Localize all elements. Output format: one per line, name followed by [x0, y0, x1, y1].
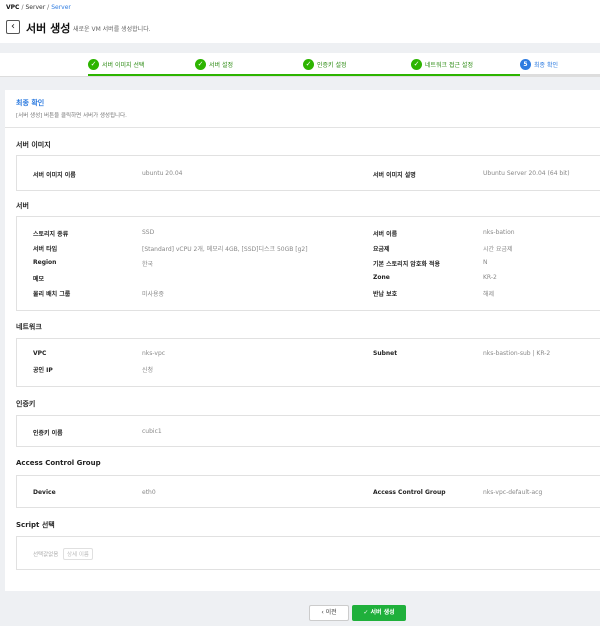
breadcrumb-server[interactable]: Server: [25, 4, 45, 11]
acg-info-box: Device eth0 Access Control Group nks-vpc…: [16, 475, 600, 508]
prev-button-label: 이전: [325, 609, 337, 616]
server-name-label: 서버 이름: [373, 231, 398, 238]
public-ip-value: 신청: [142, 367, 154, 374]
section-title-image: 서버 이미지: [16, 141, 51, 149]
network-info-box: VPC nks-vpc Subnet nks-bastion-sub | KR-…: [16, 338, 600, 387]
step-label: 네트워크 접근 설정: [425, 62, 473, 69]
confirm-panel: 최종 확인 [서버 생성] 버튼을 클릭하면 서버가 생성됩니다. 서버 이미지…: [5, 90, 600, 591]
create-server-label: 서버 생성: [370, 609, 395, 616]
page-header: VPC / Server / Server ‹ 서버 생성 새로운 VM 서버를 생성합…: [0, 0, 600, 43]
storage-encryption-value: N: [483, 259, 488, 266]
server-type-label: 서버 타입: [33, 246, 58, 253]
check-icon: ✓: [363, 609, 369, 616]
image-name-label: 서버 이미지 이름: [33, 172, 76, 179]
storage-type-label: 스토리지 종류: [33, 231, 69, 238]
breadcrumb-vpc[interactable]: VPC: [6, 4, 19, 11]
check-icon: ✓: [88, 59, 99, 70]
check-icon: ✓: [411, 59, 422, 70]
memo-label: 메모: [33, 276, 45, 283]
section-title-auth: 인증키: [16, 400, 36, 408]
step-image-select[interactable]: ✓ 서버 이미지 선택: [88, 59, 144, 71]
script-selected-value: 선택값없음: [33, 552, 59, 558]
vpc-value: nks-vpc: [142, 350, 166, 357]
zone-value: KR-2: [483, 274, 497, 281]
device-value: eth0: [142, 489, 156, 496]
script-detail-button[interactable]: 상세 이름: [63, 548, 93, 560]
step-progress: ✓ 서버 이미지 선택 ✓ 서버 설정 ✓ 인증키 설정 ✓ 네트워크 접근 설정 5최…: [0, 53, 600, 77]
subnet-value: nks-bastion-sub | KR-2: [483, 350, 551, 357]
section-title-server: 서버: [16, 202, 29, 210]
step-final-confirm[interactable]: 5 최종 확인: [520, 59, 558, 71]
placement-group-value: 미사용중: [142, 291, 165, 298]
create-server-button[interactable]: ✓ 서버 생성: [352, 605, 406, 621]
progress-line: [88, 74, 538, 76]
section-title-network: 네트워크: [16, 323, 42, 331]
server-info-box: 스토리지 종류 SSD 서버 이름 nks-bation 서버 타입 [Stan…: [16, 216, 600, 311]
page-title: 서버 생성: [26, 22, 71, 35]
acg-label: Access Control Group: [373, 489, 446, 496]
return-protection-value: 해제: [483, 291, 495, 298]
chevron-left-icon: ‹: [11, 21, 15, 32]
image-name-value: ubuntu 20.04: [142, 170, 183, 177]
confirm-description: [서버 생성] 버튼을 클릭하면 서버가 생성됩니다.: [16, 113, 127, 119]
breadcrumb: VPC / Server / Server: [6, 4, 71, 11]
step-auth-key[interactable]: ✓ 인증키 설정: [303, 59, 347, 71]
step-label: 인증키 설정: [317, 62, 347, 69]
pricing-label: 요금제: [373, 246, 390, 253]
image-desc-label: 서버 이미지 설명: [373, 172, 416, 179]
back-button[interactable]: ‹: [6, 20, 20, 34]
breadcrumb-separator: /: [47, 4, 50, 11]
storage-type-value: SSD: [142, 229, 155, 236]
breadcrumb-current[interactable]: Server: [51, 4, 71, 11]
section-title-acg: Access Control Group: [16, 459, 101, 467]
footer-actions: ‹ 이전 ✓ 서버 생성: [0, 591, 600, 626]
region-value: 한국: [142, 261, 154, 268]
auth-key-value: cubic1: [142, 428, 162, 435]
confirm-title: 최종 확인: [16, 99, 45, 107]
public-ip-label: 공인 IP: [33, 367, 53, 374]
region-label: Region: [33, 259, 57, 266]
prev-button[interactable]: ‹ 이전: [309, 605, 349, 621]
acg-value: nks-vpc-default-acg: [483, 489, 543, 496]
script-info-box: 선택값없음 상세 이름: [16, 536, 600, 570]
chevron-left-icon: ‹: [321, 609, 324, 616]
check-icon: ✓: [303, 59, 314, 70]
auth-info-box: 인증키 이름 cubic1: [16, 415, 600, 447]
step-label: 서버 설정: [209, 62, 233, 69]
server-name-value: nks-bation: [483, 229, 515, 236]
subnet-label: Subnet: [373, 350, 398, 357]
placement-group-label: 물리 배치 그룹: [33, 291, 71, 298]
auth-key-label: 인증키 이름: [33, 430, 63, 437]
return-protection-label: 반납 보호: [373, 291, 398, 298]
storage-encryption-label: 기본 스토리지 암호화 적용: [373, 261, 440, 268]
step-network-access[interactable]: ✓ 네트워크 접근 설정: [411, 59, 473, 71]
step-label: 서버 이미지 선택: [102, 62, 145, 69]
step-server-settings[interactable]: ✓ 서버 설정: [195, 59, 233, 71]
pricing-value: 시간 요금제: [483, 246, 513, 253]
section-title-script: Script 선택: [16, 521, 55, 529]
check-icon: ✓: [195, 59, 206, 70]
device-label: Device: [33, 489, 56, 496]
page-subtitle: 새로운 VM 서버를 생성합니다.: [73, 26, 151, 33]
progress-line-remaining: [520, 74, 600, 76]
vpc-label: VPC: [33, 350, 47, 357]
divider: [5, 127, 600, 128]
zone-label: Zone: [373, 274, 390, 281]
server-type-value: [Standard] vCPU 2개, 메모리 4GB, [SSD]디스크 50…: [142, 246, 308, 253]
breadcrumb-separator: /: [21, 4, 24, 11]
image-desc-value: Ubuntu Server 20.04 (64 bit): [483, 170, 570, 177]
step-label: 최종 확인: [534, 62, 558, 69]
step-number: 5: [520, 59, 531, 70]
image-info-box: 서버 이미지 이름 ubuntu 20.04 서버 이미지 설명 Ubuntu …: [16, 155, 600, 191]
